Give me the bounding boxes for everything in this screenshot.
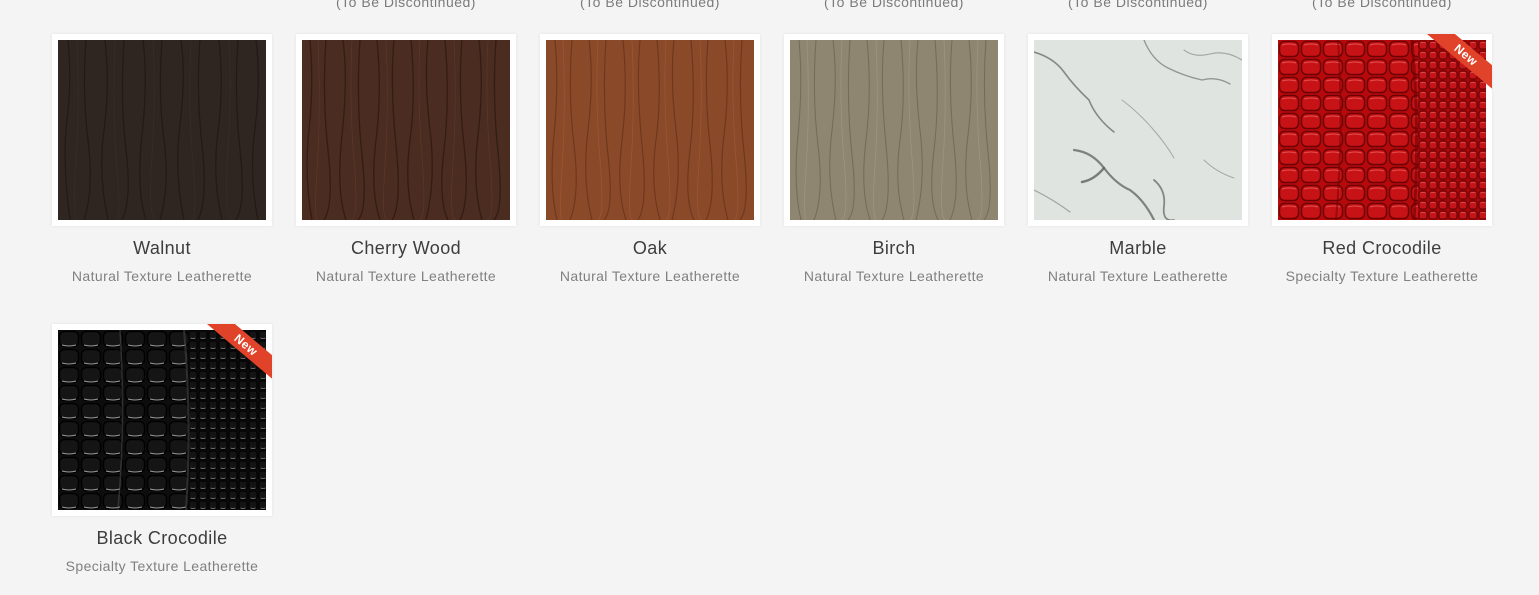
swatch-card-red-crocodile[interactable]: New Red Crocodile Specialty Texture Leat… [1272, 34, 1492, 284]
discontinued-note: (To Be Discontinued) [1312, 0, 1452, 10]
swatch-card-oak[interactable]: Oak Natural Texture Leatherette [540, 34, 760, 284]
swatch-subtitle: Natural Texture Leatherette [315, 268, 497, 284]
walnut-texture [58, 40, 266, 220]
discontinued-note: (To Be Discontinued) [1068, 0, 1208, 10]
swatch-subtitle: Natural Texture Leatherette [71, 268, 253, 284]
swatch-name[interactable]: Black Crocodile [52, 528, 272, 549]
swatch-image-red-crocodile[interactable]: New [1272, 34, 1492, 226]
swatch-card-black-crocodile[interactable]: New Black Crocodile Specialty Texture Le… [52, 324, 272, 574]
swatch-card-marble[interactable]: Marble Natural Texture Leatherette [1028, 34, 1248, 284]
swatch-name[interactable]: Oak [540, 238, 760, 259]
birch-texture [790, 40, 998, 220]
swatch-subtitle: Specialty Texture Leatherette [1285, 268, 1479, 284]
marble-texture [1034, 40, 1242, 220]
swatch-image-walnut[interactable] [52, 34, 272, 226]
swatch-card-walnut[interactable]: Walnut Natural Texture Leatherette [52, 34, 272, 284]
swatch-image-black-crocodile[interactable]: New [52, 324, 272, 516]
swatch-gallery: (To Be Discontinued) (To Be Discontinued… [0, 0, 1539, 595]
new-badge: New [1423, 34, 1492, 93]
swatch-subtitle: Natural Texture Leatherette [1047, 268, 1229, 284]
swatch-name[interactable]: Red Crocodile [1272, 238, 1492, 259]
swatch-name[interactable]: Marble [1028, 238, 1248, 259]
swatch-name[interactable]: Birch [784, 238, 1004, 259]
discontinued-note: (To Be Discontinued) [336, 0, 476, 10]
swatch-image-birch[interactable] [784, 34, 1004, 226]
new-ribbon: New [1422, 34, 1492, 94]
oak-texture [546, 40, 754, 220]
new-ribbon: New [202, 324, 272, 384]
swatch-subtitle: Specialty Texture Leatherette [65, 558, 259, 574]
discontinued-note: (To Be Discontinued) [824, 0, 964, 10]
swatch-image-marble[interactable] [1028, 34, 1248, 226]
swatch-image-oak[interactable] [540, 34, 760, 226]
swatch-card-cherry-wood[interactable]: Cherry Wood Natural Texture Leatherette [296, 34, 516, 284]
swatch-name[interactable]: Walnut [52, 238, 272, 259]
swatch-subtitle: Natural Texture Leatherette [803, 268, 985, 284]
cherry-wood-texture [302, 40, 510, 220]
swatch-subtitle: Natural Texture Leatherette [559, 268, 741, 284]
new-badge: New [203, 324, 272, 383]
swatch-image-cherry-wood[interactable] [296, 34, 516, 226]
swatch-card-birch[interactable]: Birch Natural Texture Leatherette [784, 34, 1004, 284]
discontinued-note: (To Be Discontinued) [580, 0, 720, 10]
swatch-name[interactable]: Cherry Wood [296, 238, 516, 259]
